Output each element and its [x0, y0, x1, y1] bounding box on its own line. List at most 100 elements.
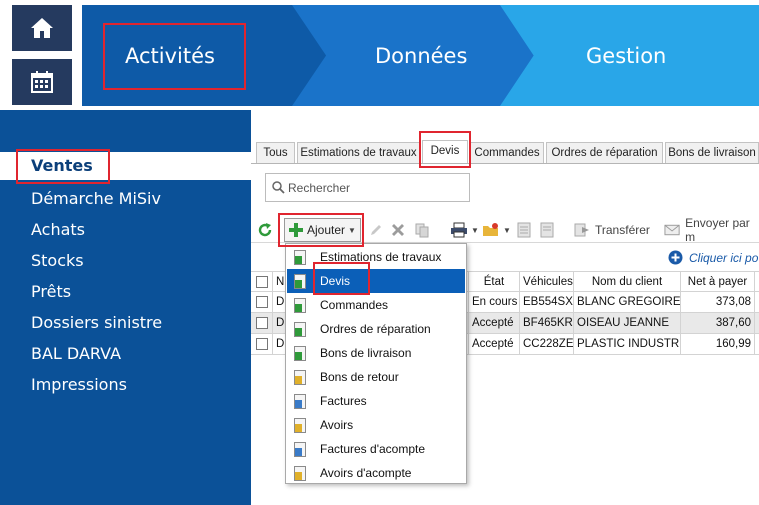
- tab-tous[interactable]: Tous: [256, 142, 295, 163]
- menu-item-label: Estimations de travaux: [320, 250, 442, 264]
- row-checkbox[interactable]: [256, 338, 268, 350]
- tab-commandes[interactable]: Commandes: [470, 142, 544, 163]
- sidebar-item-impressions[interactable]: Impressions: [0, 371, 251, 399]
- copy-button[interactable]: [414, 219, 430, 241]
- edit-button[interactable]: [369, 219, 383, 241]
- header-vehicules[interactable]: Véhicules: [520, 272, 574, 293]
- printer-icon: [451, 222, 467, 238]
- header-etat[interactable]: État: [469, 272, 520, 293]
- document-tabs: Tous Estimations de travaux Devis Comman…: [251, 140, 759, 164]
- menu-item-factures-d-acompte[interactable]: Factures d'acompte: [287, 437, 465, 461]
- cell-net: 160,99: [681, 334, 755, 355]
- click-here-link[interactable]: Cliquer ici po: [668, 250, 758, 265]
- search-box[interactable]: [265, 173, 470, 202]
- sidebar-item-dossiers-sinistre[interactable]: Dossiers sinistre: [0, 309, 251, 337]
- toolbar: Ajouter ▼ ▼ ▼ Transférer Envoyer par m: [251, 215, 759, 244]
- refresh-button[interactable]: [257, 219, 273, 241]
- menu-item-label: Bons de livraison: [320, 346, 412, 360]
- cell-vehicule: CC228ZE: [520, 334, 574, 355]
- menu-item-label: Bons de retour: [320, 370, 399, 384]
- cell-client: BLANC GREGOIRE: [574, 292, 681, 313]
- tab-bons-de-livraison[interactable]: Bons de livraison: [665, 142, 759, 163]
- refresh-icon: [258, 223, 272, 237]
- document-icon: [517, 222, 531, 238]
- menu-item-ordres-de-reparation[interactable]: Ordres de réparation: [287, 317, 465, 341]
- sidebar-item-stocks[interactable]: Stocks: [0, 247, 251, 275]
- tab-ordres-de-reparation[interactable]: Ordres de réparation: [546, 142, 663, 163]
- step-label: Gestion: [586, 43, 667, 68]
- menu-item-label: Devis: [320, 274, 351, 288]
- transfer-icon: [574, 223, 589, 237]
- menu-item-label: Avoirs d'acompte: [320, 466, 412, 480]
- row-checkbox[interactable]: [256, 317, 268, 329]
- doc-blue-icon: [294, 441, 306, 457]
- home-button[interactable]: [12, 5, 72, 51]
- print-button[interactable]: ▼: [450, 219, 479, 241]
- row-select[interactable]: [251, 313, 273, 334]
- header-net[interactable]: Net à payer: [681, 272, 755, 293]
- add-button[interactable]: Ajouter ▼: [284, 218, 361, 242]
- plus-icon: [289, 223, 303, 237]
- menu-item-commandes[interactable]: Commandes: [287, 293, 465, 317]
- sidebar-item-achats[interactable]: Achats: [0, 216, 251, 244]
- add-dropdown-menu: Estimations de travaux Devis Commandes O…: [285, 243, 467, 484]
- menu-item-bons-de-retour[interactable]: Bons de retour: [287, 365, 465, 389]
- header-select[interactable]: [251, 272, 273, 293]
- doc-green-icon: [294, 321, 306, 337]
- menu-item-label: Factures d'acompte: [320, 442, 426, 456]
- delete-button[interactable]: [390, 219, 406, 241]
- sidebar-item-demarche-misiv[interactable]: Démarche MiSiv: [0, 185, 251, 213]
- row-checkbox[interactable]: [256, 296, 268, 308]
- menu-item-avoirs[interactable]: Avoirs: [287, 413, 465, 437]
- list-button[interactable]: [540, 219, 554, 241]
- row-select[interactable]: [251, 292, 273, 313]
- sidebar-item-bal-darva[interactable]: BAL DARVA: [0, 340, 251, 368]
- delete-icon: [392, 224, 404, 236]
- menu-item-estimations-de-travaux[interactable]: Estimations de travaux: [287, 245, 465, 269]
- step-gestion[interactable]: Gestion: [500, 5, 759, 106]
- cell-etat: En cours: [469, 292, 520, 313]
- sidebar-item-prets[interactable]: Prêts: [0, 278, 251, 306]
- tab-estimations-de-travaux[interactable]: Estimations de travaux: [297, 142, 420, 163]
- cell-net: 387,60: [681, 313, 755, 334]
- folder-button[interactable]: ▼: [482, 219, 511, 241]
- menu-item-devis[interactable]: Devis: [287, 269, 465, 293]
- cell-vehicule: BF465KR: [520, 313, 574, 334]
- cell-etat: Accepté: [469, 313, 520, 334]
- folder-icon: [483, 223, 498, 236]
- doc-green-icon: [294, 273, 306, 289]
- copy-icon: [415, 223, 429, 238]
- row-select[interactable]: [251, 334, 273, 355]
- menu-item-label: Avoirs: [320, 418, 354, 432]
- doc-blue-icon: [294, 393, 306, 409]
- menu-item-factures[interactable]: Factures: [287, 389, 465, 413]
- send-by-mail-button[interactable]: Envoyer par m: [664, 216, 759, 244]
- caret-down-icon: ▼: [348, 225, 356, 235]
- menu-item-label: Ordres de réparation: [320, 322, 431, 336]
- caret-down-icon: ▼: [471, 225, 479, 235]
- document-button[interactable]: [517, 219, 531, 241]
- transfer-button[interactable]: Transférer: [574, 219, 650, 241]
- header-client[interactable]: Nom du client: [574, 272, 681, 293]
- doc-green-icon: [294, 345, 306, 361]
- tab-devis[interactable]: Devis: [422, 140, 468, 163]
- home-icon: [31, 18, 53, 38]
- cell-vehicule: EB554SX: [520, 292, 574, 313]
- menu-item-bons-de-livraison[interactable]: Bons de livraison: [287, 341, 465, 365]
- doc-green-icon: [294, 249, 306, 265]
- calendar-icon: [31, 71, 53, 93]
- select-all-checkbox[interactable]: [256, 276, 268, 288]
- menu-item-avoirs-d-acompte[interactable]: Avoirs d'acompte: [287, 461, 465, 485]
- caret-down-icon: ▼: [503, 225, 511, 235]
- step-label: Données: [375, 43, 468, 68]
- sidebar-item-ventes[interactable]: Ventes: [0, 152, 251, 180]
- add-circle-icon: [668, 250, 683, 265]
- cell-etat: Accepté: [469, 334, 520, 355]
- send-label: Envoyer par m: [685, 216, 750, 244]
- cell-client: OISEAU JEANNE: [574, 313, 681, 334]
- calendar-button[interactable]: [12, 59, 72, 105]
- sidebar: Ventes Démarche MiSiv Achats Stocks Prêt…: [0, 110, 251, 505]
- search-input[interactable]: [288, 180, 463, 195]
- search-icon: [272, 181, 285, 194]
- envelope-icon: [664, 224, 680, 236]
